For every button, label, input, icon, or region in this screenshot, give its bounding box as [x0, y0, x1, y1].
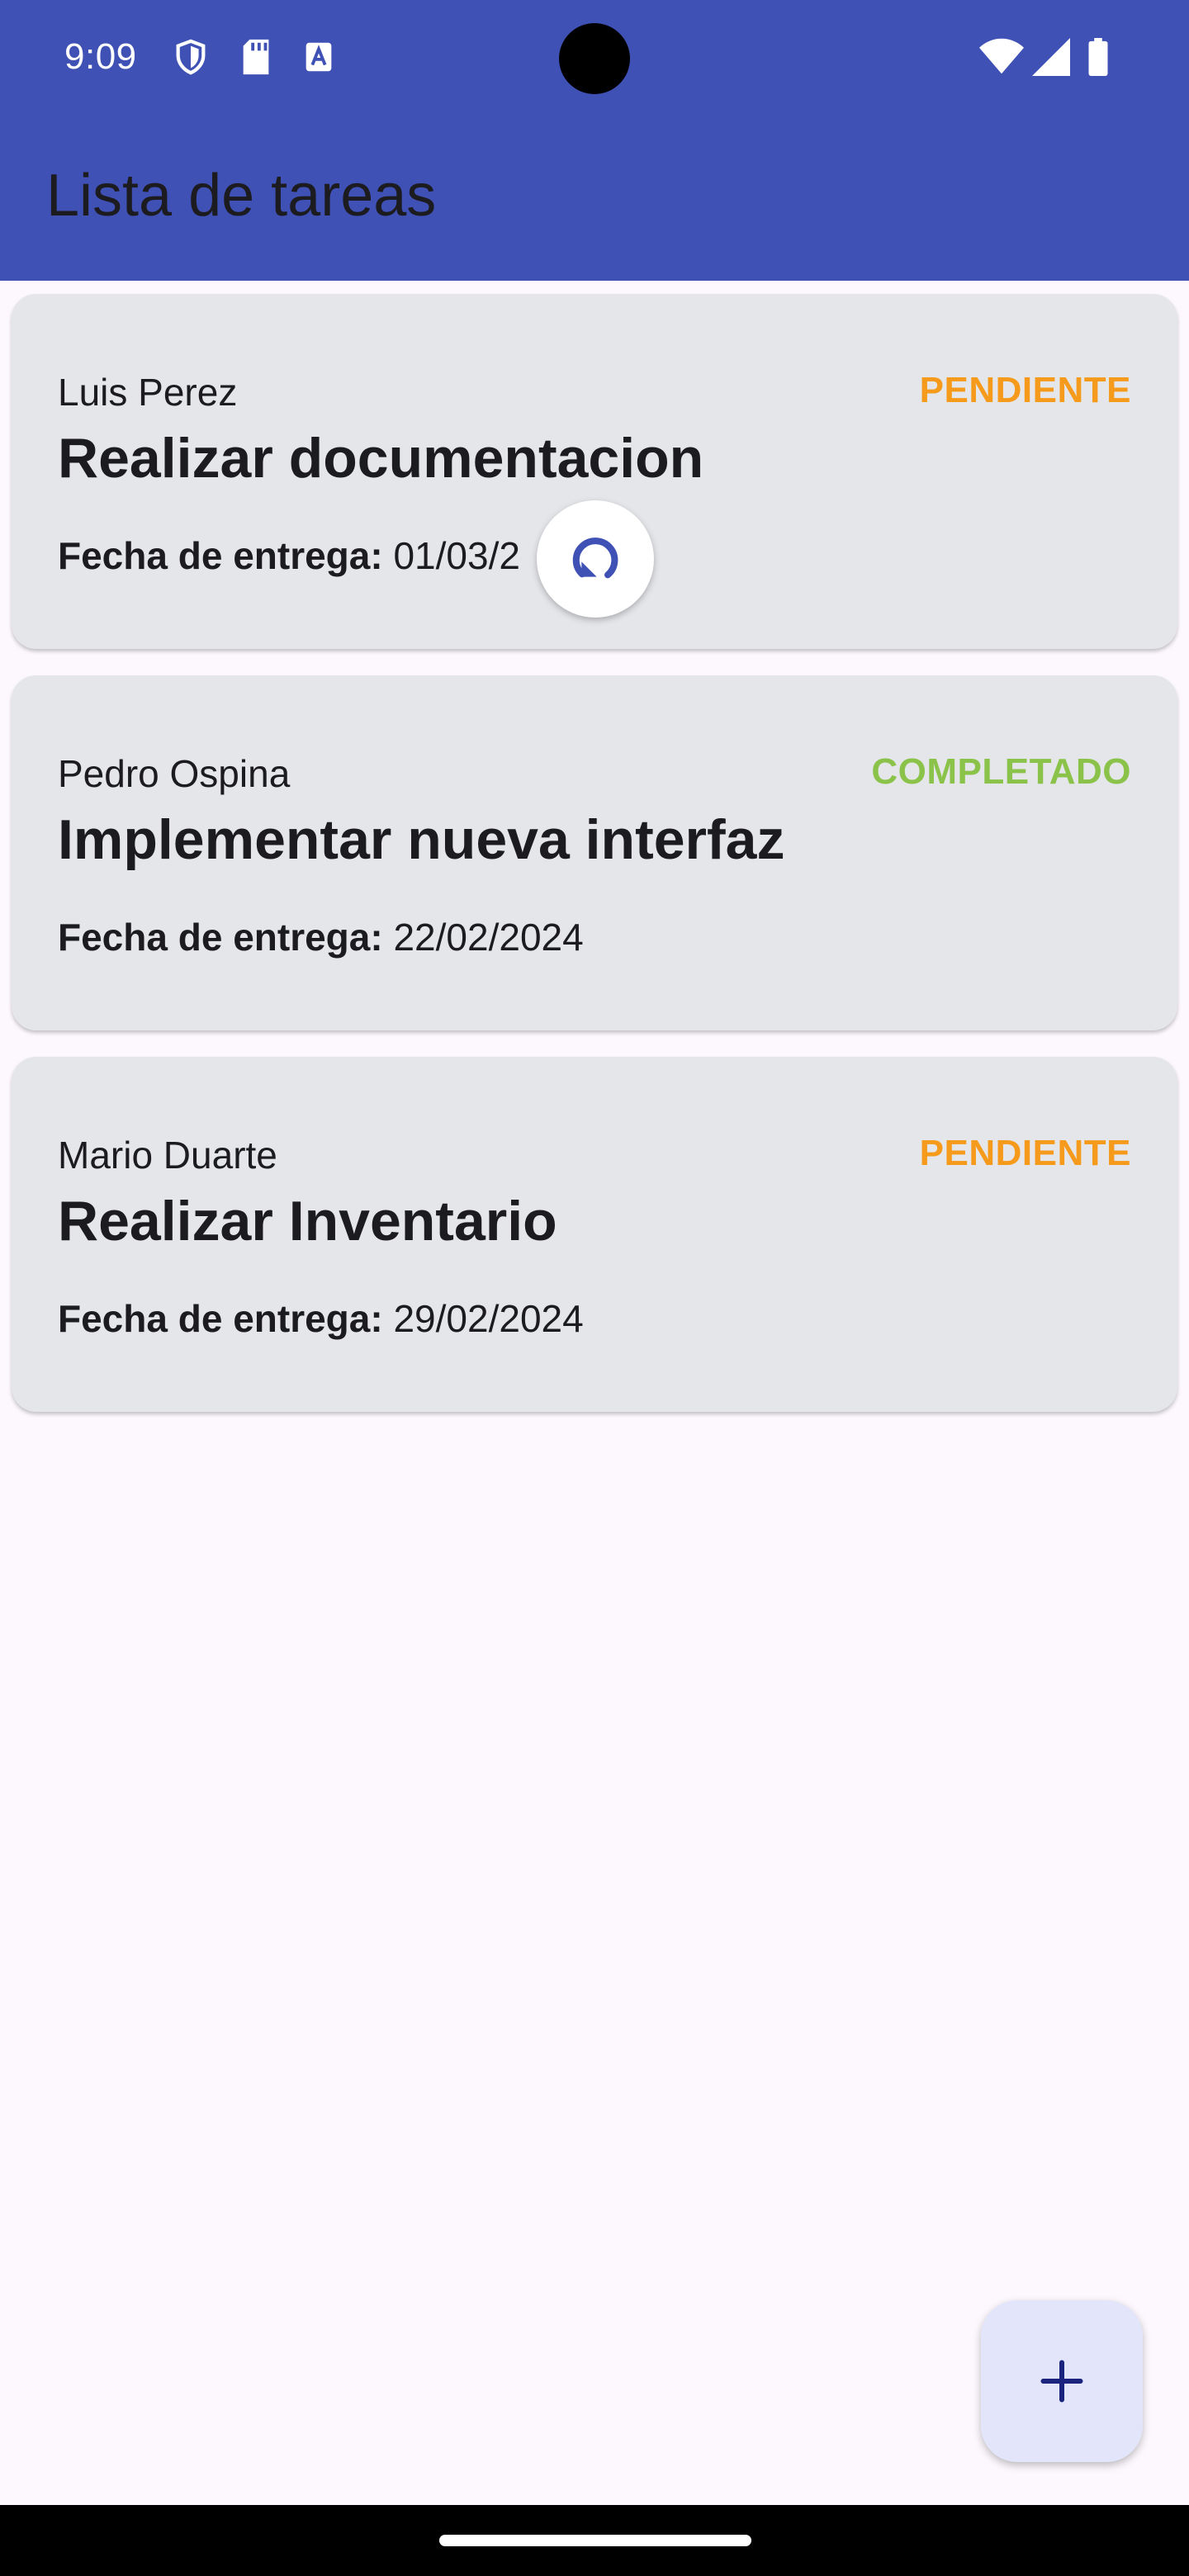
- add-task-button[interactable]: [981, 2300, 1143, 2462]
- wifi-icon: [979, 38, 1024, 74]
- due-date-value: 22/02/2024: [393, 916, 584, 959]
- refresh-icon: [572, 537, 618, 579]
- page-title: Lista de tareas: [46, 163, 437, 229]
- status-badge: COMPLETADO: [871, 751, 1131, 792]
- task-card[interactable]: Pedro Ospina COMPLETADO Implementar nuev…: [12, 675, 1177, 1030]
- due-date-value: 29/02/2024: [393, 1297, 584, 1340]
- app-bar: Lista de tareas: [0, 116, 1189, 281]
- due-date-label: Fecha de entrega:: [58, 916, 383, 959]
- status-badge: PENDIENTE: [919, 1133, 1131, 1173]
- due-date-row: Fecha de entrega: 29/02/2024: [58, 1296, 584, 1341]
- front-camera: [559, 23, 630, 94]
- due-date-label: Fecha de entrega:: [58, 1297, 383, 1340]
- sd-card-icon: [243, 39, 269, 75]
- home-indicator[interactable]: [439, 2535, 751, 2546]
- task-card[interactable]: Mario Duarte PENDIENTE Realizar Inventar…: [12, 1057, 1177, 1412]
- due-date-row: Fecha de entrega: 01/03/2: [58, 533, 520, 578]
- status-time: 9:09: [64, 36, 137, 77]
- due-date-label: Fecha de entrega:: [58, 534, 383, 577]
- task-title: Realizar Inventario: [58, 1190, 557, 1252]
- navigation-bar: [0, 2505, 1189, 2576]
- task-assignee: Mario Duarte: [58, 1134, 277, 1177]
- signal-icon: [1032, 38, 1070, 76]
- shield-icon: [176, 39, 206, 75]
- plus-icon: [1040, 2360, 1083, 2403]
- battery-icon: [1088, 38, 1108, 76]
- refresh-indicator: [537, 500, 654, 618]
- task-title: Realizar documentacion: [58, 427, 704, 490]
- status-badge: PENDIENTE: [919, 370, 1131, 410]
- due-date-value: 01/03/2: [393, 534, 520, 577]
- text-a-icon: [306, 42, 332, 72]
- due-date-row: Fecha de entrega: 22/02/2024: [58, 915, 584, 959]
- task-assignee: Pedro Ospina: [58, 752, 291, 795]
- status-bar: 9:09: [0, 0, 1189, 116]
- task-title: Implementar nueva interfaz: [58, 808, 785, 871]
- task-assignee: Luis Perez: [58, 371, 238, 414]
